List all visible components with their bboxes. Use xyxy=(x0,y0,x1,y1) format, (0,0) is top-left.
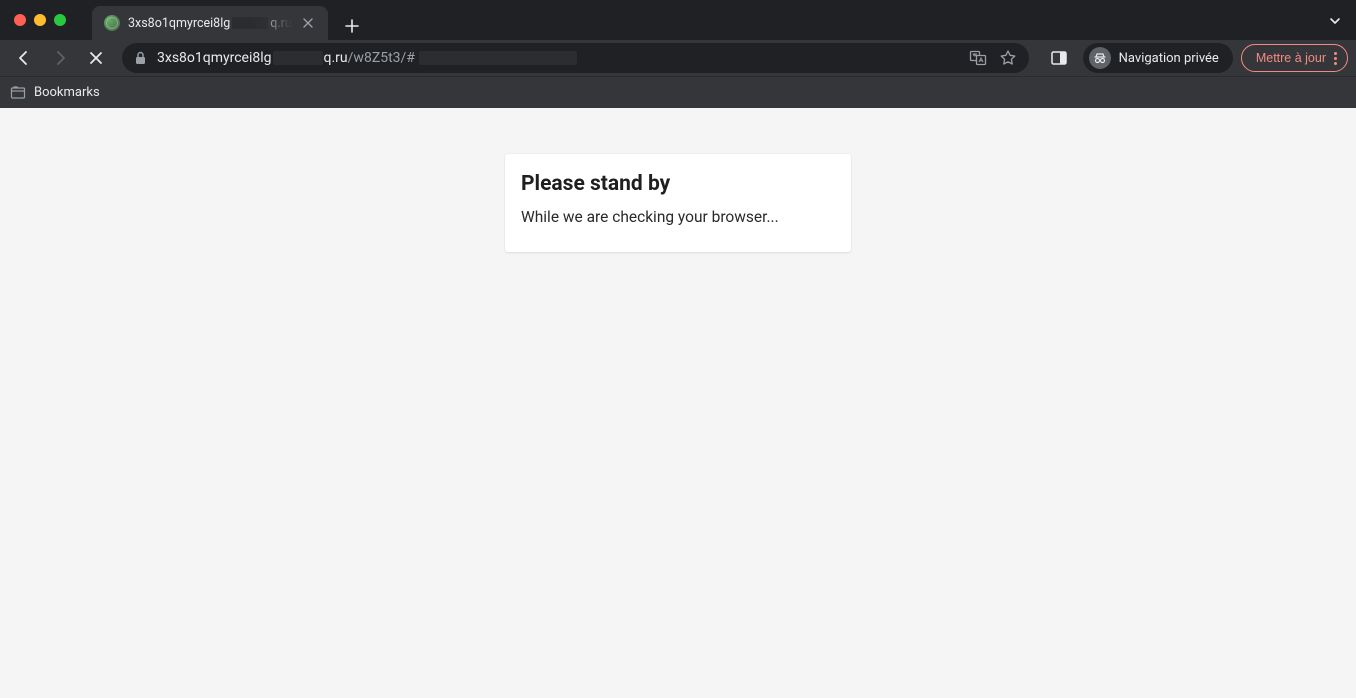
address-bar[interactable]: 3xs8o1qmyrcei8lgq.ru/w8Z5t3/# xyxy=(122,43,1029,73)
window-close-button[interactable] xyxy=(14,14,26,26)
redacted-segment xyxy=(273,51,323,65)
kebab-menu-icon xyxy=(1334,52,1337,65)
tab-close-button[interactable] xyxy=(300,15,316,31)
tab-list-dropdown-icon[interactable] xyxy=(1328,14,1342,28)
page-content: Please stand by While we are checking yo… xyxy=(0,108,1356,698)
tab-title: 3xs8o1qmyrcei8lgq.ru xyxy=(128,16,292,31)
side-panel-icon[interactable] xyxy=(1043,42,1075,74)
bookmark-star-icon[interactable] xyxy=(999,49,1017,67)
update-button-label: Mettre à jour xyxy=(1256,51,1326,65)
incognito-icon xyxy=(1089,47,1111,69)
redacted-segment xyxy=(419,51,577,65)
incognito-label: Navigation privée xyxy=(1119,51,1219,66)
bookmarks-label[interactable]: Bookmarks xyxy=(34,85,100,100)
browser-titlebar: 3xs8o1qmyrcei8lgq.ru xyxy=(0,0,1356,40)
browser-toolbar: 3xs8o1qmyrcei8lgq.ru/w8Z5t3/# Navigation… xyxy=(0,40,1356,76)
new-tab-button[interactable] xyxy=(338,12,366,40)
update-button[interactable]: Mettre à jour xyxy=(1241,44,1348,72)
standby-subtext: While we are checking your browser... xyxy=(521,208,835,226)
incognito-indicator: Navigation privée xyxy=(1083,43,1233,73)
nav-back-button[interactable] xyxy=(8,42,40,74)
bookmarks-bar: Bookmarks xyxy=(0,76,1356,108)
nav-forward-button[interactable] xyxy=(44,42,76,74)
url-text: 3xs8o1qmyrcei8lgq.ru/w8Z5t3/# xyxy=(157,50,577,66)
window-controls xyxy=(0,14,80,26)
nav-stop-button[interactable] xyxy=(80,42,112,74)
standby-heading: Please stand by xyxy=(521,172,835,196)
window-minimize-button[interactable] xyxy=(34,14,46,26)
browser-tab-active[interactable]: 3xs8o1qmyrcei8lgq.ru xyxy=(92,6,328,40)
lock-icon xyxy=(134,51,147,65)
standby-card: Please stand by While we are checking yo… xyxy=(505,154,851,252)
redacted-segment xyxy=(232,17,268,29)
window-maximize-button[interactable] xyxy=(54,14,66,26)
translate-icon[interactable] xyxy=(969,49,987,67)
tab-favicon-icon xyxy=(104,15,120,31)
bookmarks-folder-icon xyxy=(10,85,26,101)
